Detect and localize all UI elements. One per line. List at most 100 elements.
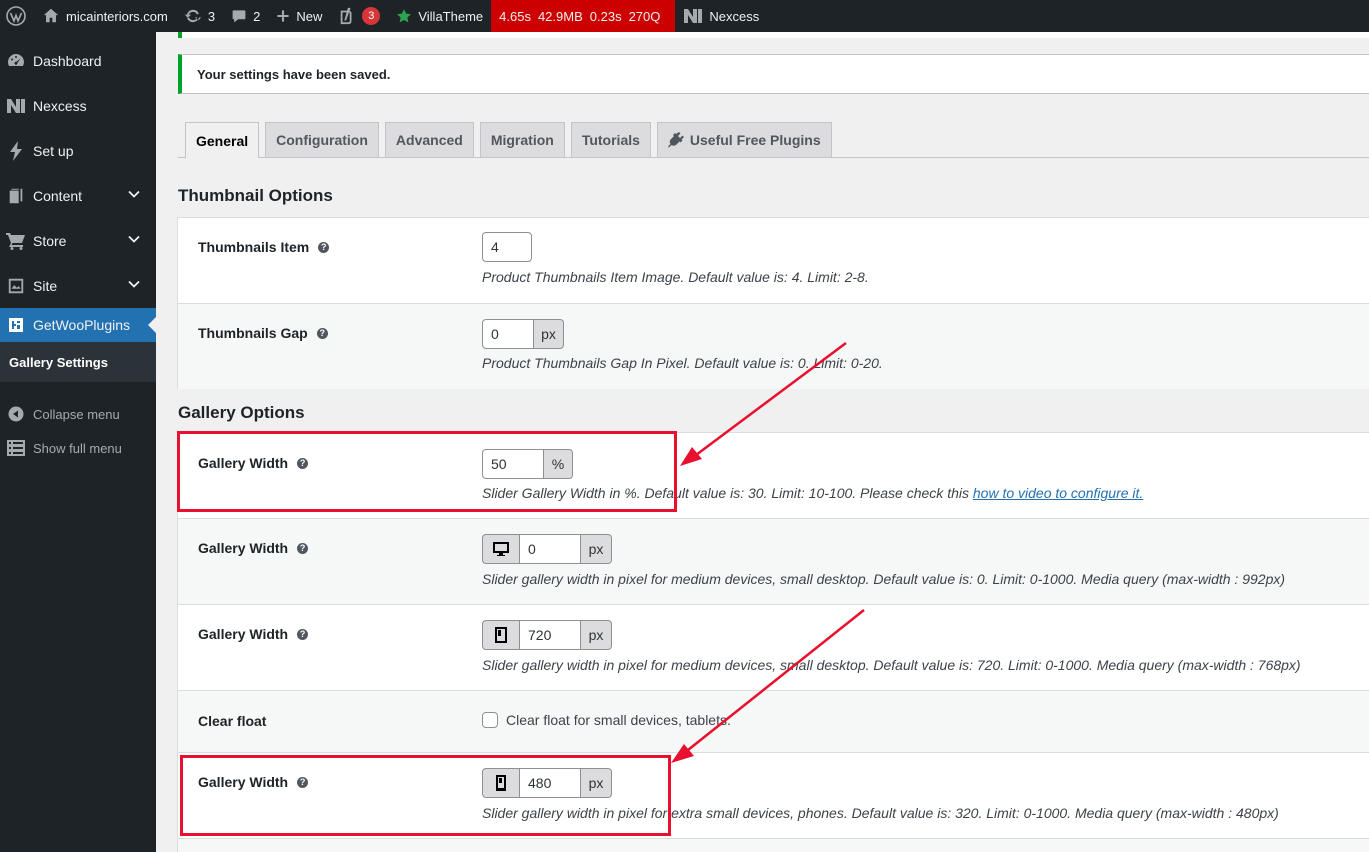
field-label: Gallery Width? — [198, 774, 309, 790]
sidebar-item-store[interactable]: Store — [0, 218, 156, 263]
collapse-icon — [6, 406, 26, 422]
updates-icon — [184, 9, 201, 23]
sidebar-item-getwooplugins[interactable]: GetWooPlugins — [0, 308, 156, 342]
help-icon[interactable]: ? — [297, 542, 309, 554]
field-label: Thumbnails Gap? — [198, 325, 328, 341]
plus-icon — [277, 10, 289, 22]
thumbnails-item-row: Thumbnails Item? 4 Product Thumbnails It… — [178, 218, 1369, 304]
wordpress-logo-icon[interactable] — [0, 0, 34, 32]
tab-advanced[interactable]: Advanced — [384, 122, 474, 157]
sidebar-item-setup[interactable]: Set up — [0, 128, 156, 173]
gallery-width-tablet-input[interactable]: 720 — [519, 620, 581, 650]
new-label: New — [296, 8, 323, 24]
clear-float-row: Clear float Clear float for small device… — [178, 691, 1369, 753]
sidebar-subitem-gallery-settings[interactable]: Gallery Settings — [0, 342, 156, 382]
field-label-text: Gallery Width — [198, 774, 289, 790]
gallery-width-desktop-input[interactable]: 0 — [519, 534, 581, 564]
updates-count: 3 — [207, 8, 216, 24]
show-full-menu-button[interactable]: Show full menu — [0, 431, 156, 465]
tab-useful-free-plugins[interactable]: Useful Free Plugins — [656, 122, 832, 157]
help-icon[interactable]: ? — [316, 327, 328, 339]
gallery-width-tablet-field: 720 px — [482, 620, 612, 650]
checkbox-label: Clear float for small devices, tablets. — [506, 712, 731, 728]
notice-previous — [178, 32, 1369, 38]
gallery-width-phone-input[interactable]: 480 — [519, 768, 581, 798]
admin-sidebar: Dashboard Nexcess Set up Content Store S… — [0, 32, 156, 852]
perf-queries: 270Q — [628, 8, 661, 24]
field-label: Gallery Width? — [198, 540, 309, 556]
sidebar-item-dashboard[interactable]: Dashboard — [0, 38, 156, 83]
unit-addon: px — [581, 620, 612, 650]
field-label: Gallery Width? — [198, 455, 309, 471]
field-label-text: Gallery Width — [198, 455, 289, 471]
gallery-width-desktop-field: 0 px — [482, 534, 612, 564]
tab-migration[interactable]: Migration — [479, 122, 565, 157]
comment-icon — [232, 10, 246, 23]
notice-text: Your settings have been saved. — [197, 66, 391, 82]
admin-bar: micainteriors.com 3 2 New 3 VillaTheme 4… — [0, 0, 1369, 32]
field-label: Clear float — [198, 713, 266, 729]
nexcess-icon — [6, 96, 26, 116]
tab-label: Useful Free Plugins — [689, 132, 821, 148]
thumbnails-gap-input[interactable]: 0 — [482, 319, 534, 349]
yoast-icon — [341, 7, 352, 25]
checkbox-box[interactable] — [482, 712, 498, 728]
tab-general[interactable]: General — [185, 122, 260, 158]
sidebar-item-content[interactable]: Content — [0, 173, 156, 218]
comments-link[interactable]: 2 — [223, 0, 268, 32]
help-icon[interactable]: ? — [297, 457, 309, 469]
nexcess-icon — [684, 9, 703, 23]
tab-configuration[interactable]: Configuration — [265, 122, 379, 157]
site-name: micainteriors.com — [66, 8, 168, 24]
sidebar-item-label: Content — [33, 187, 83, 204]
home-icon — [43, 8, 59, 23]
help-icon[interactable]: ? — [297, 628, 309, 640]
bolt-icon — [6, 140, 26, 161]
villatheme-link[interactable]: VillaTheme — [388, 0, 491, 32]
gallery-width-phone-row: Gallery Width? 480 px Slider gallery wid… — [178, 753, 1369, 839]
thumbnail-options-title: Thumbnail Options — [178, 186, 333, 205]
clear-float-checkbox[interactable]: Clear float for small devices, tablets. — [482, 712, 731, 728]
unit-addon: px — [581, 534, 612, 564]
sidebar-item-label: Site — [33, 277, 58, 294]
perf-memory: 42.9MB — [537, 8, 583, 24]
tablet-icon — [482, 620, 519, 650]
nexcess-link[interactable]: Nexcess — [675, 0, 767, 32]
unit-addon: px — [581, 768, 612, 798]
updates-link[interactable]: 3 — [176, 0, 223, 32]
how-to-video-link[interactable]: how to video to configure it. — [973, 485, 1143, 501]
tab-label: Configuration — [276, 132, 368, 148]
field-description: Slider gallery width in pixel for medium… — [482, 571, 1286, 587]
chevron-down-icon — [128, 190, 140, 198]
dashboard-icon — [6, 51, 26, 71]
phone-icon — [482, 768, 519, 798]
new-content-link[interactable]: New — [268, 0, 330, 32]
yoast-link[interactable]: 3 — [330, 0, 388, 32]
thumbnail-options-panel: Thumbnails Item? 4 Product Thumbnails It… — [177, 217, 1369, 389]
main-content: Your settings have been saved. General C… — [156, 32, 1369, 852]
field-label: Gallery Width? — [198, 626, 309, 642]
site-name-link[interactable]: micainteriors.com — [34, 0, 176, 32]
site-icon — [6, 276, 26, 296]
tab-label: Advanced — [395, 132, 463, 148]
sidebar-item-nexcess[interactable]: Nexcess — [0, 83, 156, 128]
gallery-width-percent-row: Gallery Width? 50 % Slider Gallery Width… — [178, 433, 1369, 519]
help-icon[interactable]: ? — [297, 776, 309, 788]
field-label-text: Clear float — [198, 713, 267, 729]
sidebar-item-site[interactable]: Site — [0, 263, 156, 308]
collapse-label: Collapse menu — [33, 406, 120, 422]
collapse-menu-button[interactable]: Collapse menu — [0, 397, 156, 431]
yoast-badge: 3 — [362, 7, 381, 25]
chevron-down-icon — [128, 280, 140, 288]
performance-stats[interactable]: 4.65s 42.9MB 0.23s 270Q — [491, 0, 676, 32]
field-description: Slider gallery width in pixel for extra … — [482, 805, 1279, 821]
thumbnails-item-input[interactable]: 4 — [482, 232, 532, 262]
gallery-width-percent-input[interactable]: 50 — [482, 449, 544, 479]
tab-tutorials[interactable]: Tutorials — [570, 122, 651, 157]
plugin-icon — [667, 132, 684, 148]
villatheme-label: VillaTheme — [418, 8, 484, 24]
chevron-down-icon — [128, 235, 140, 243]
content-icon — [6, 186, 26, 206]
help-icon[interactable]: ? — [318, 241, 330, 253]
settings-tabs: General Configuration Advanced Migration… — [178, 122, 1369, 158]
